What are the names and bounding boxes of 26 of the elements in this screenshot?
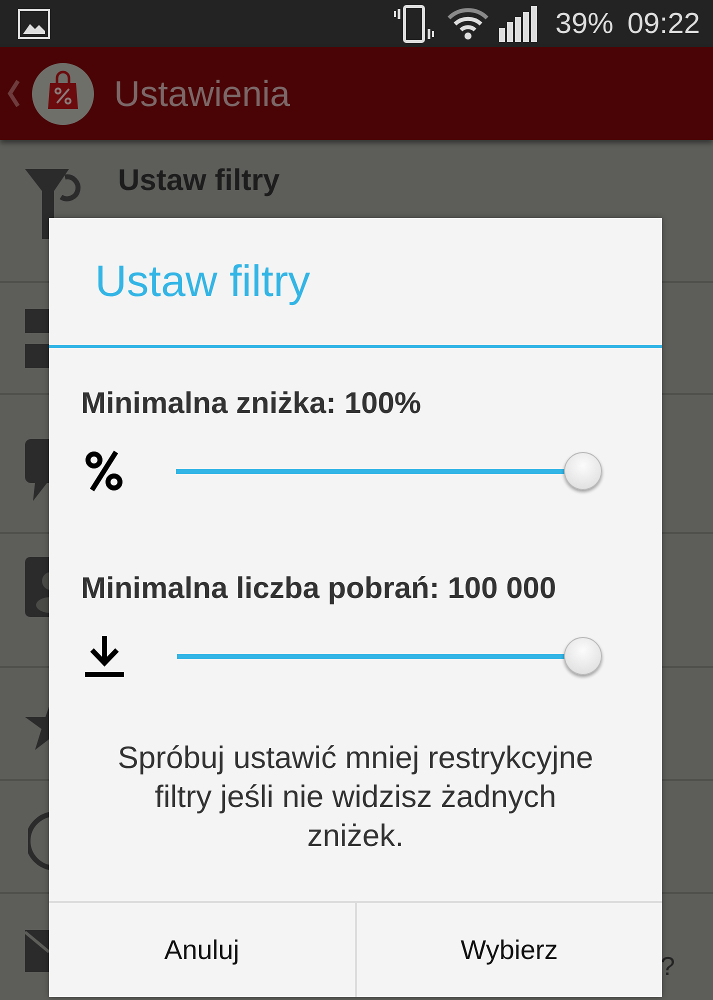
battery-percent: 39% <box>555 6 614 40</box>
speech-bubble-icon <box>25 438 49 500</box>
slider-label: Minimalna zniżka: 100% <box>81 386 422 422</box>
dialog-button[interactable]: Wybierz <box>354 903 662 997</box>
dialog-title: Ustaw filtry <box>95 256 310 308</box>
contact-card-icon <box>25 557 49 617</box>
percent-icon <box>85 450 123 492</box>
partial-text: ? <box>660 951 675 981</box>
slider-label: Minimalna liczba pobrań: 100 000 <box>81 571 558 607</box>
dialog-button[interactable]: Anuluj <box>49 903 354 997</box>
signal-icon <box>499 6 538 42</box>
vibrate-icon <box>394 4 434 42</box>
blocks-icon <box>25 308 49 368</box>
envelope-icon <box>25 930 49 972</box>
slider-thumb[interactable] <box>564 637 602 675</box>
app-bar-title: Ustawienia <box>114 72 290 114</box>
shopping-bag-icon[interactable] <box>32 62 94 124</box>
wifi-icon <box>447 8 490 40</box>
back-chevron-icon[interactable] <box>7 79 20 108</box>
slider-thumb[interactable] <box>564 452 602 490</box>
funnel-icon <box>25 169 82 239</box>
image-icon <box>18 8 50 38</box>
clock-time: 09:22 <box>627 6 700 40</box>
setting-title: Ustaw filtry <box>118 163 280 199</box>
download-icon <box>85 636 124 676</box>
hint-message: Spróbuj ustawić mniej restrykcyjne filtry jeśli nie widzisz żadnych zniżek. <box>116 739 594 855</box>
